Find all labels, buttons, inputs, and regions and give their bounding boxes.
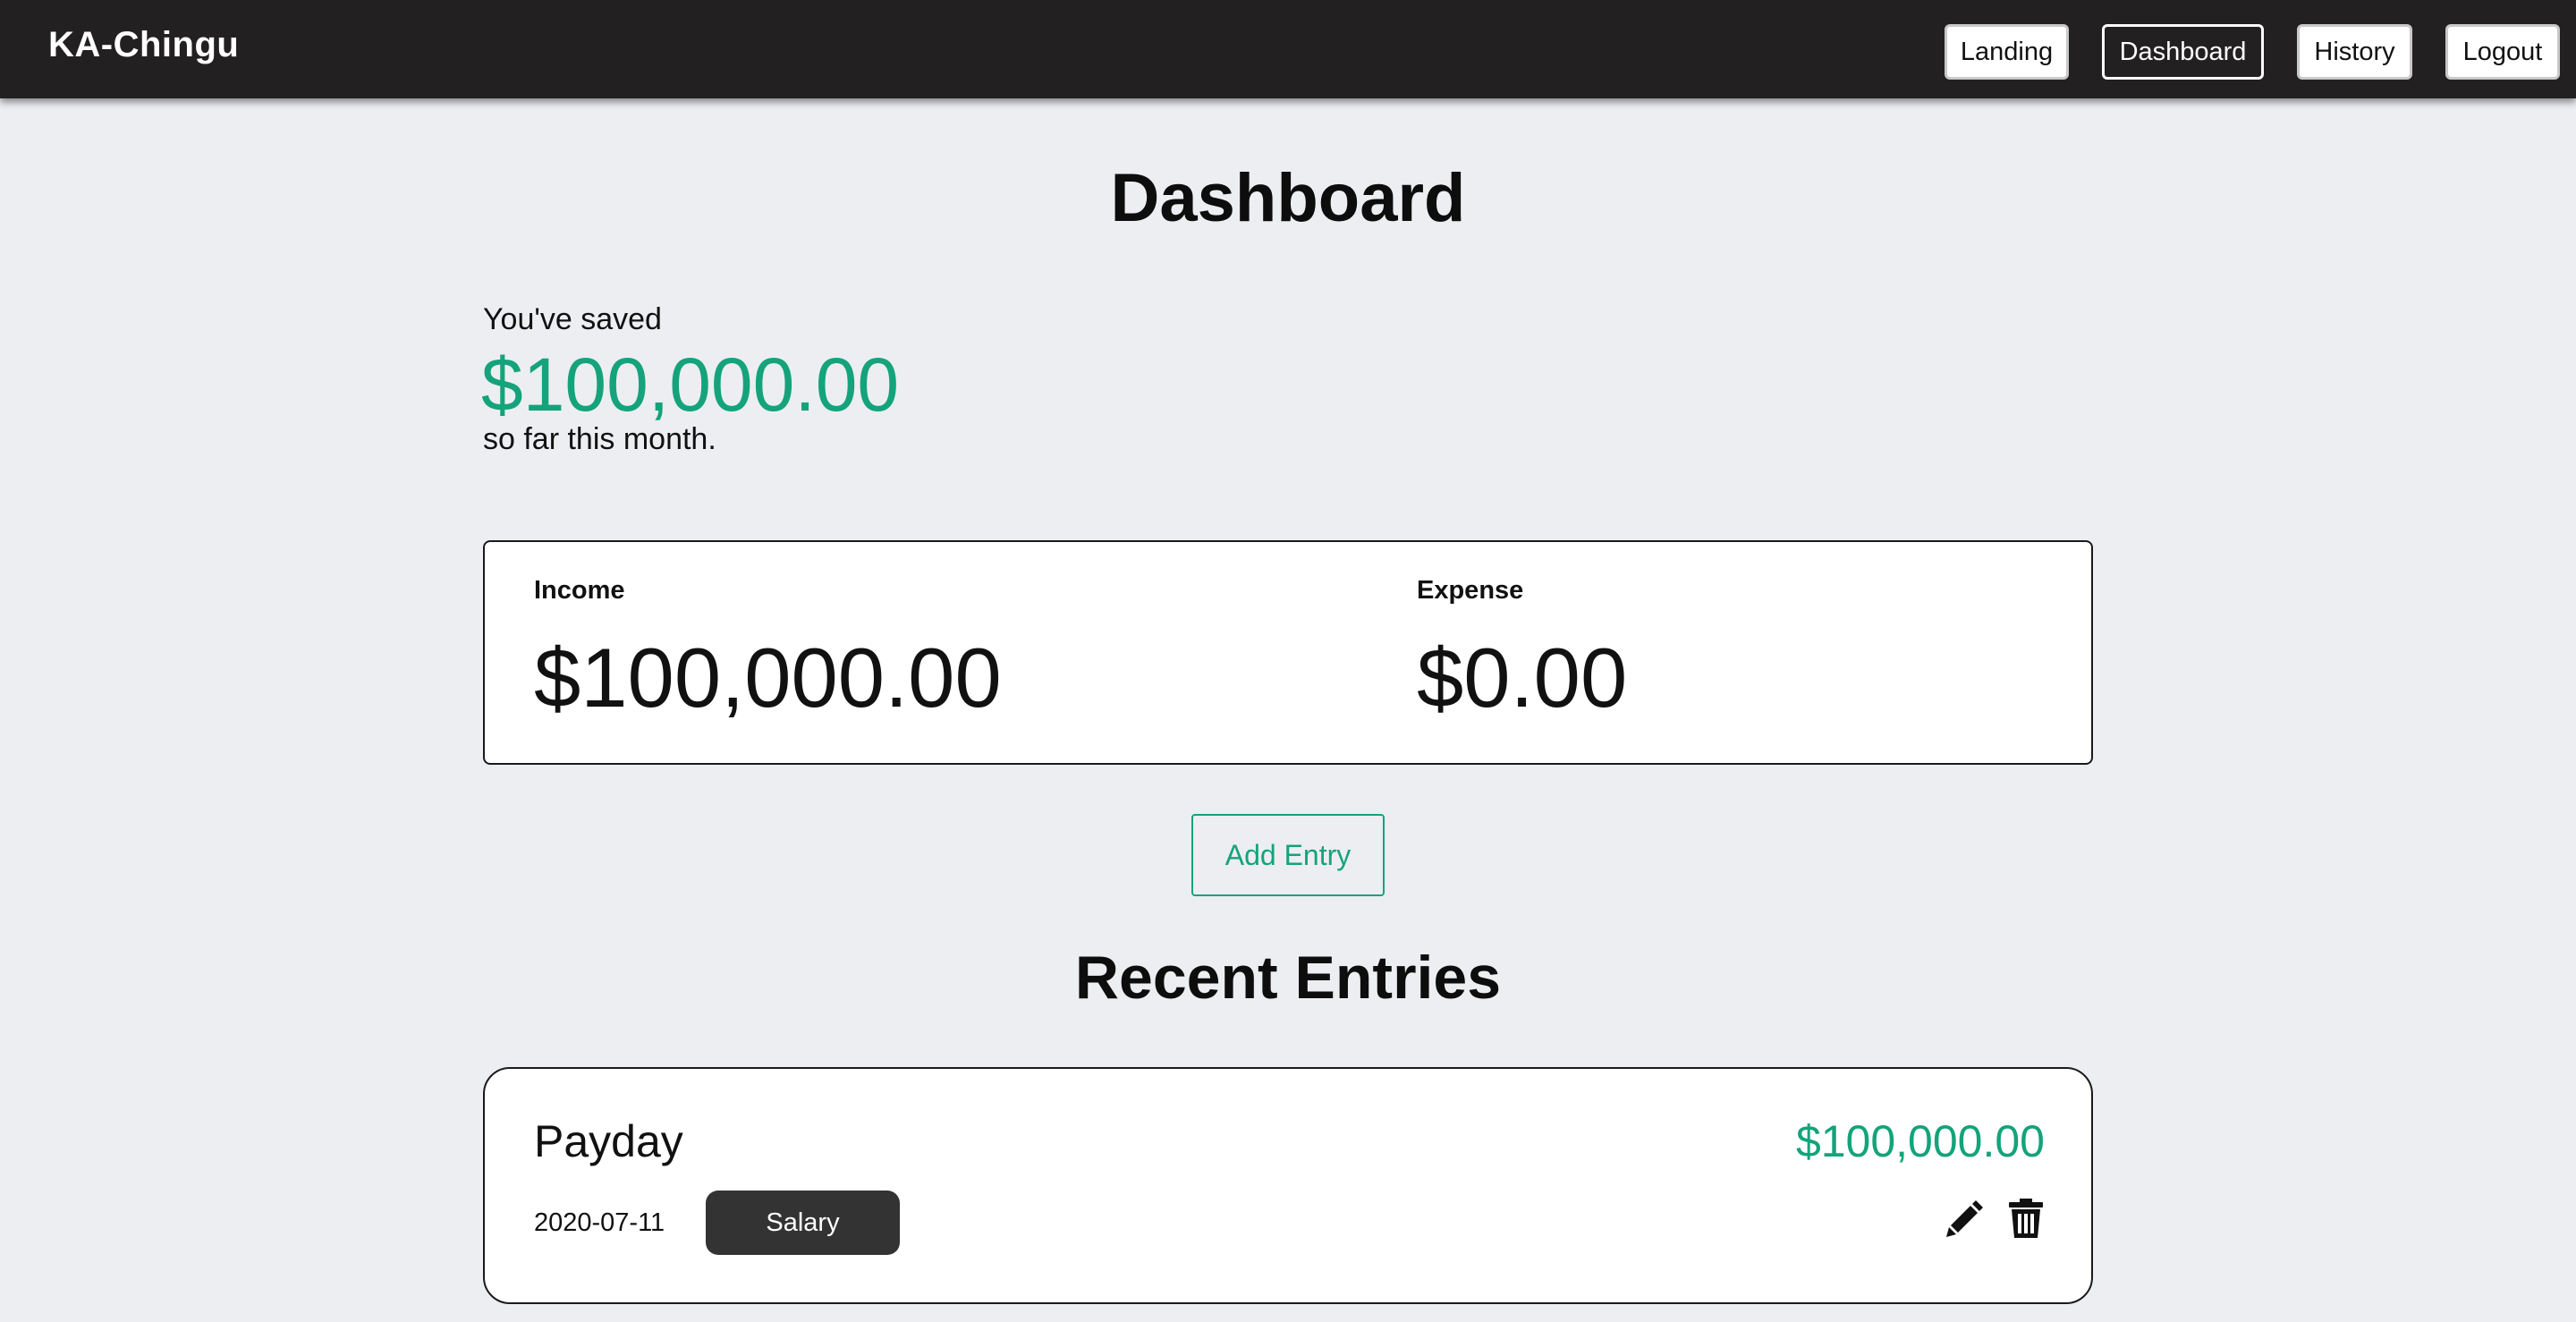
entry-date: 2020-07-11 [534,1208,665,1237]
income-label: Income [534,576,625,605]
entry-amount: $100,000.00 [1795,1116,2045,1166]
trash-icon-graphic [2009,1199,2043,1238]
income-expense-summary-card: Income $100,000.00 Expense $0.00 [483,540,2093,765]
nav-dashboard-button[interactable]: Dashboard [2102,24,2264,80]
expense-value: $0.00 [1417,631,1628,725]
pencil-icon[interactable] [1943,1196,1987,1241]
brand-logo-text[interactable]: KA-Chingu [48,25,239,65]
entry-category-tag: Salary [706,1191,900,1255]
add-entry-button[interactable]: Add Entry [1191,814,1385,896]
nav-logout-button[interactable]: Logout [2445,24,2560,80]
trash-icon[interactable] [2004,1196,2048,1241]
expense-label: Expense [1417,576,1524,605]
entry-title: Payday [534,1116,683,1166]
savings-amount: $100,000.00 [481,343,900,427]
entry-card: Payday $100,000.00 2020-07-11 Salary [483,1067,2093,1304]
pencil-icon-graphic [1946,1200,1983,1237]
savings-suffix: so far this month. [483,422,716,456]
top-navbar: KA-Chingu Landing Dashboard History Logo… [0,0,2576,98]
nav-history-button[interactable]: History [2297,24,2412,80]
income-value: $100,000.00 [534,631,1002,725]
nav-landing-button[interactable]: Landing [1945,24,2069,80]
page-title: Dashboard [1110,160,1466,236]
recent-entries-heading: Recent Entries [1074,944,1502,1012]
savings-prefix: You've saved [483,302,662,336]
